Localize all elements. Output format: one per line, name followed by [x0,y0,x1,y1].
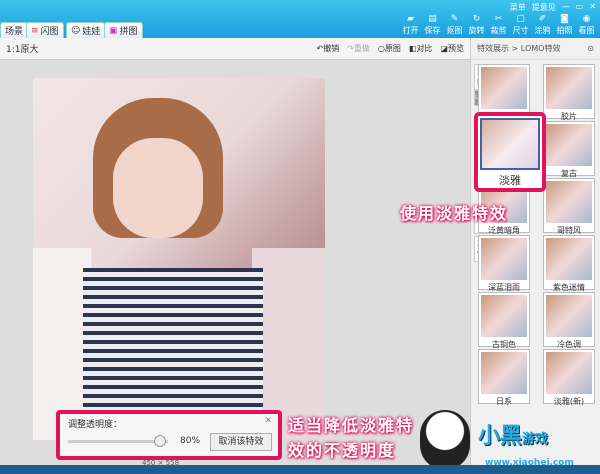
effect-label: 深蓝泪雨 [488,283,520,292]
effect-thumbnail [480,118,540,170]
camera-icon: ◙ [560,14,569,24]
doodle-button[interactable]: ✐ 涂鸦 [532,14,553,36]
pen-icon: ✎ [450,14,459,24]
scissors-icon: ✂ [494,14,503,24]
effect-thumbnail [546,295,592,337]
effect-label: 复古 [561,169,577,178]
slider-knob[interactable] [154,435,166,447]
opacity-slider[interactable] [68,435,168,447]
open-button[interactable]: ▰ 打开 [400,14,421,36]
compare-button[interactable]: ◧对比 [409,43,433,54]
crop-button[interactable]: ✂ 裁剪 [488,14,509,36]
preview-button[interactable]: ◪预览 [440,43,464,54]
effect-label: 哥特风 [557,226,581,235]
tab-label: 场景 [5,27,24,37]
circle-icon: ○ [377,44,385,53]
tab-doll[interactable]: ☺ 娃娃 [66,22,106,38]
effect-label: 冷色调 [557,340,581,349]
resize-button[interactable]: ▢ 尺寸 [510,14,531,36]
panda-mascot [420,410,470,470]
window-controls: 菜单 提意见 — ▭ ✕ [510,2,596,13]
cutout-button[interactable]: ✎ 抠图 [444,14,465,36]
undo-button[interactable]: ↶撤销 [316,43,339,54]
tab-label: 闪图 [40,27,59,37]
effect-label: 日系 [496,397,512,406]
breadcrumb: 特效展示 > LOMO特效 [477,44,561,53]
feedback-link[interactable]: 提意见 [532,2,556,13]
brush-icon: ✐ [538,14,547,24]
opacity-title: 调整透明度： [68,420,123,430]
folder-icon: ▰ [407,14,414,24]
save-button[interactable]: ▤ 保存 [422,14,443,36]
eye-icon: ◉ [582,14,591,24]
tab-label: 拼图 [119,27,138,37]
redo-button[interactable]: ↷重做 [347,43,370,54]
effect-item[interactable]: 胶片 [543,64,595,121]
close-icon[interactable]: ✕ [589,2,596,13]
logo: 小黑游戏 [478,424,549,449]
opacity-value: 80% [180,436,201,446]
title-bar: 菜单 提意见 — ▭ ✕ 场景 ≡ 闪图 ☺ 娃娃 ▣ 拼图 ▰ 打开 ▤ 保存 ✎ 抠图 … [0,0,600,38]
effect-item[interactable]: 哥特风 [543,178,595,235]
effect-label: 古铜色 [492,340,516,349]
close-icon[interactable]: ✕ [264,416,272,426]
effect-item[interactable]: 紫色迷情 [543,235,595,292]
minimize-icon[interactable]: — [562,2,570,13]
tab-flash[interactable]: ≡ 闪图 [26,22,64,38]
effect-thumbnail [546,352,592,394]
status-bar [0,465,600,474]
effect-thumbnail [481,352,527,394]
camera-button[interactable]: ◙ 拍照 [554,14,575,36]
maximize-icon[interactable]: ▭ [576,2,584,13]
effect-thumbnail [546,181,592,223]
tab-collage[interactable]: ▣ 拼图 [104,22,143,38]
effect-item[interactable]: 日系 [478,349,530,406]
effect-label: 淡雅(新) [553,397,585,406]
view-button[interactable]: ◉ 看图 [576,14,597,36]
effect-thumbnail [546,67,592,109]
tab-label: 娃娃 [82,27,101,37]
original-button[interactable]: ○原图 [378,43,401,54]
collage-icon: ▣ [109,25,118,36]
preview-icon: ◪ [440,44,448,53]
effect-item[interactable] [478,64,530,119]
resize-icon: ▢ [516,14,525,24]
redo-icon: ↷ [347,44,354,53]
save-icon: ▤ [428,14,437,24]
menu-link[interactable]: 菜单 [510,2,526,13]
effect-thumbnail [481,67,527,109]
effect-thumbnail [546,238,592,280]
effect-item[interactable]: 复古 [543,121,595,178]
effect-item[interactable]: 古铜色 [478,292,530,349]
photo [33,78,325,440]
flash-icon: ≡ [31,25,39,36]
cancel-effect-button[interactable]: 取消该特效 [210,433,272,451]
caption-lower-2: 效的不透明度 [288,441,397,460]
effect-item[interactable]: 深蓝泪雨 [478,235,530,292]
effect-item[interactable]: 冷色调 [543,292,595,349]
rotate-icon: ↻ [472,14,481,24]
rotate-button[interactable]: ↻ 旋转 [466,14,487,36]
tab-scene[interactable]: 场景 [0,22,29,38]
collapse-icon[interactable]: ⊙ [587,44,594,53]
effect-label: 泛黄暗角 [488,226,520,235]
caption-use: 使用淡雅特效 [400,204,509,223]
effect-label: 紫色迷情 [553,283,585,292]
effect-selected[interactable]: 淡雅 [474,112,546,192]
effect-thumbnail [481,295,527,337]
effect-label: 胶片 [561,112,577,121]
opacity-panel: 调整透明度： ✕ 80% 取消该特效 [56,410,282,460]
zoom-actual-button[interactable]: 1:1原大 [6,42,39,55]
effect-thumbnail [481,238,527,280]
doll-icon: ☺ [71,25,81,36]
caption-lower-1: 适当降低淡雅特 [288,416,415,435]
edit-toolbar: 1:1原大 ↶撤销 ↷重做 ○原图 ◧对比 ◪预览 [0,38,470,60]
effect-label: 淡雅 [499,174,521,187]
effect-item[interactable]: 淡雅(新) [543,349,595,406]
effect-thumbnail [546,124,592,166]
